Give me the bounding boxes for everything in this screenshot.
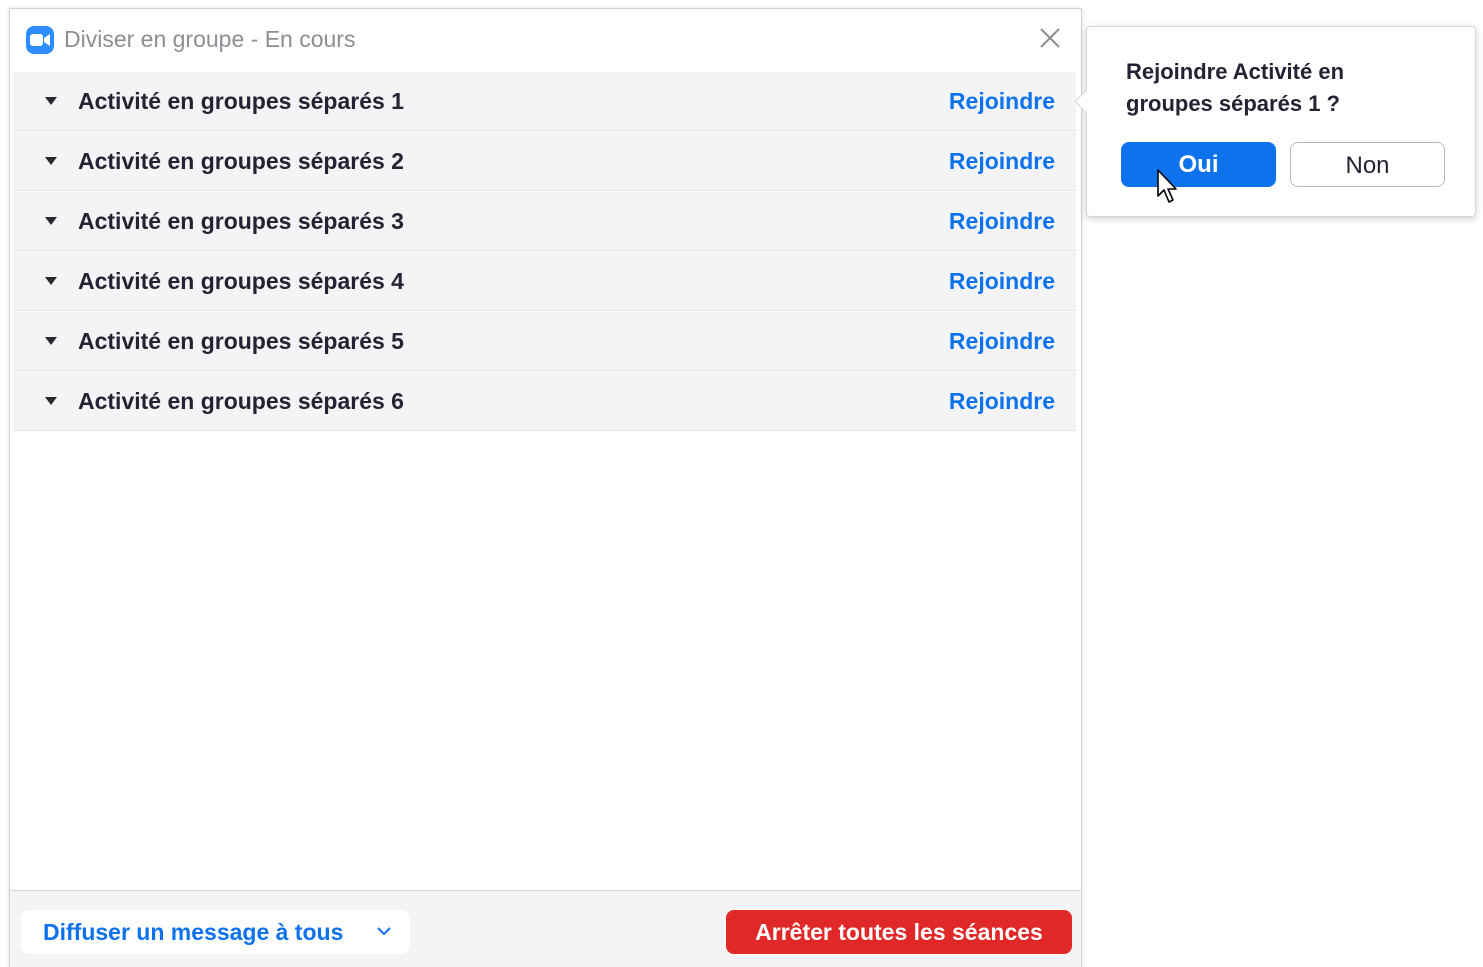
- expand-arrow-icon[interactable]: [45, 157, 57, 165]
- join-confirmation-popover: Rejoindre Activité en groupes séparés 1 …: [1074, 26, 1476, 217]
- room-list: Activité en groupes séparés 1 Rejoindre …: [13, 72, 1076, 431]
- join-room-link[interactable]: Rejoindre: [949, 208, 1055, 235]
- room-name: Activité en groupes séparés 3: [78, 208, 404, 234]
- expand-arrow-icon[interactable]: [45, 217, 57, 225]
- room-row-3[interactable]: Activité en groupes séparés 3 Rejoindre: [13, 192, 1076, 251]
- room-row-6[interactable]: Activité en groupes séparés 6 Rejoindre: [13, 372, 1076, 431]
- confirm-no-button[interactable]: Non: [1290, 142, 1445, 187]
- chevron-down-icon: [377, 927, 391, 936]
- expand-arrow-icon[interactable]: [45, 397, 57, 405]
- title-bar: Diviser en groupe - En cours: [10, 9, 1081, 71]
- room-row-4[interactable]: Activité en groupes séparés 4 Rejoindre: [13, 252, 1076, 311]
- confirm-no-label: Non: [1345, 152, 1390, 179]
- confirm-yes-button[interactable]: Oui: [1121, 142, 1276, 187]
- video-camera-icon: [30, 34, 50, 46]
- room-name: Activité en groupes séparés 5: [78, 328, 404, 354]
- window-title: Diviser en groupe - En cours: [64, 26, 356, 52]
- room-row-2[interactable]: Activité en groupes séparés 2 Rejoindre: [13, 132, 1076, 191]
- join-room-link[interactable]: Rejoindre: [949, 268, 1055, 295]
- stop-all-sessions-label: Arrêter toutes les séances: [755, 919, 1043, 945]
- room-name: Activité en groupes séparés 2: [78, 148, 404, 174]
- expand-arrow-icon[interactable]: [45, 337, 57, 345]
- confirm-yes-label: Oui: [1178, 151, 1219, 178]
- expand-arrow-icon[interactable]: [45, 97, 57, 105]
- close-button[interactable]: [1037, 25, 1063, 51]
- broadcast-message-label: Diffuser un message à tous: [43, 919, 344, 945]
- screen: Diviser en groupe - En cours Activité en…: [0, 0, 1483, 967]
- room-row-1[interactable]: Activité en groupes séparés 1 Rejoindre: [13, 72, 1076, 131]
- footer-bar: Diffuser un message à tous Arrêter toute…: [10, 890, 1081, 967]
- breakout-rooms-window: Diviser en groupe - En cours Activité en…: [9, 8, 1082, 967]
- room-name: Activité en groupes séparés 6: [78, 388, 404, 414]
- expand-arrow-icon[interactable]: [45, 277, 57, 285]
- close-icon: [1040, 28, 1060, 48]
- join-room-link[interactable]: Rejoindre: [949, 388, 1055, 415]
- join-room-link[interactable]: Rejoindre: [949, 328, 1055, 355]
- stop-all-sessions-button[interactable]: Arrêter toutes les séances: [726, 910, 1072, 954]
- zoom-video-icon: [26, 26, 54, 54]
- join-room-link[interactable]: Rejoindre: [949, 148, 1055, 175]
- room-row-5[interactable]: Activité en groupes séparés 5 Rejoindre: [13, 312, 1076, 371]
- room-name: Activité en groupes séparés 4: [78, 268, 404, 294]
- join-room-link[interactable]: Rejoindre: [949, 88, 1055, 115]
- room-name: Activité en groupes séparés 1: [78, 88, 404, 114]
- join-confirmation-question: Rejoindre Activité en groupes séparés 1 …: [1126, 59, 1345, 116]
- broadcast-message-button[interactable]: Diffuser un message à tous: [21, 910, 410, 954]
